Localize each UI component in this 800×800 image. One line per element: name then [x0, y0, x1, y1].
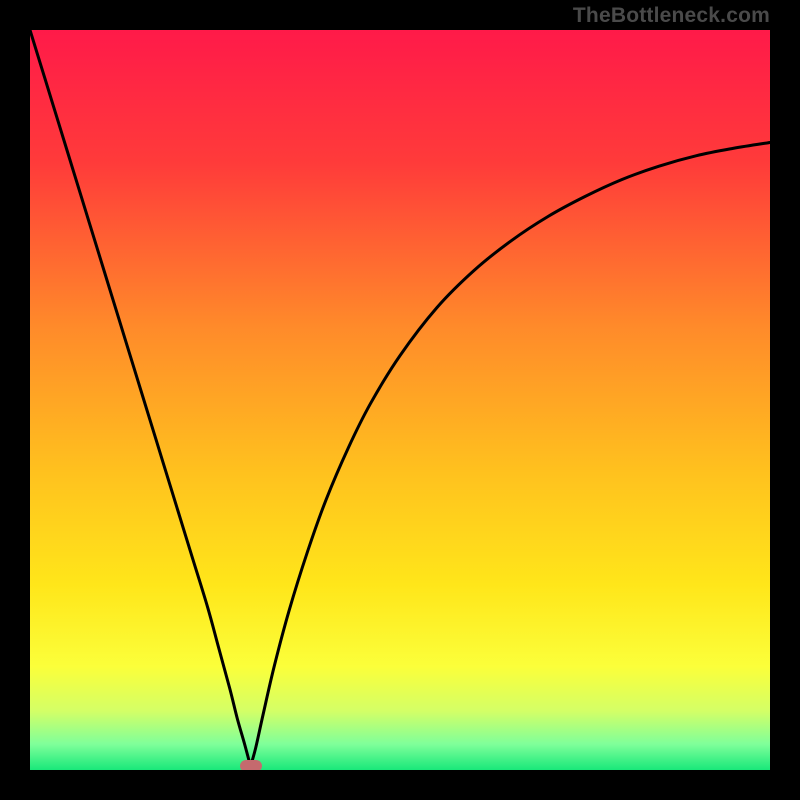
- minimum-marker: [240, 760, 262, 770]
- watermark-text: TheBottleneck.com: [573, 4, 770, 28]
- chart-frame: TheBottleneck.com: [0, 0, 800, 800]
- plot-area: [30, 30, 770, 770]
- bottleneck-curve: [30, 30, 770, 770]
